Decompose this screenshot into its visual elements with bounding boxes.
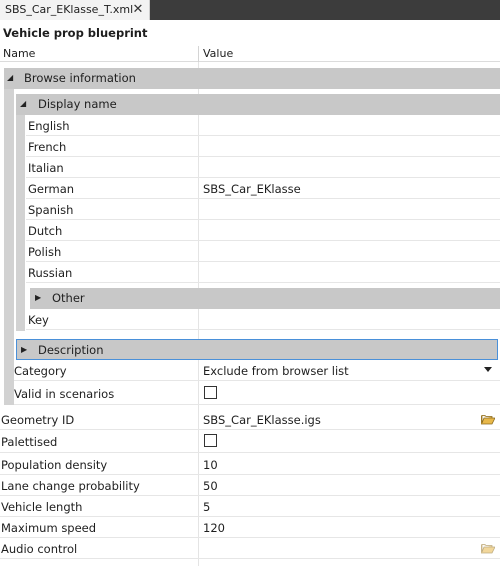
property-name: German (28, 182, 75, 196)
property-value[interactable]: SBS_Car_EKlasse.igs (203, 413, 321, 427)
property-row-french[interactable]: French (26, 136, 500, 157)
column-separator[interactable] (198, 46, 199, 62)
property-name: Geometry ID (1, 413, 75, 427)
property-name: Category (14, 364, 67, 378)
group-description[interactable]: ▶ Description (16, 339, 498, 360)
property-name: Polish (28, 245, 62, 259)
group-description-label: Description (38, 343, 104, 357)
property-name: English (28, 119, 70, 133)
document-tabstrip: SBS_Car_EKlasse_T.xml ✕ (0, 0, 500, 20)
property-name: Maximum speed (1, 521, 97, 535)
property-row-dutch[interactable]: Dutch (26, 220, 500, 241)
expanded-triangle-icon[interactable]: ◢ (20, 98, 30, 110)
property-value[interactable]: SBS_Car_EKlasse (203, 182, 301, 196)
property-name: Spanish (28, 203, 74, 217)
property-name: Valid in scenarios (14, 387, 115, 401)
display-name-indent (16, 115, 25, 331)
property-row-audio-control[interactable]: Audio control (0, 538, 500, 559)
property-name: Lane change probability (1, 479, 140, 493)
collapsed-triangle-icon[interactable]: ▶ (21, 344, 31, 356)
property-row-polish[interactable]: Polish (26, 241, 500, 262)
column-header-name[interactable]: Name (3, 47, 35, 60)
property-value[interactable]: 50 (203, 479, 218, 493)
property-row-russian[interactable]: Russian (26, 262, 500, 283)
property-row-population-density[interactable]: Population density 10 (0, 454, 500, 475)
expanded-triangle-icon[interactable]: ◢ (7, 72, 17, 84)
property-row-english[interactable]: English (26, 115, 500, 136)
document-tab-label: SBS_Car_EKlasse_T.xml (5, 3, 134, 16)
category-dropdown[interactable]: Exclude from browser list (203, 364, 349, 378)
group-display-name-label: Display name (38, 97, 117, 111)
column-header: Name Value (0, 46, 500, 62)
property-row-spanish[interactable]: Spanish (26, 199, 500, 220)
property-name: Audio control (1, 542, 78, 556)
property-row-vehicle-length[interactable]: Vehicle length 5 (0, 496, 500, 517)
dropdown-arrow-icon[interactable] (484, 367, 492, 372)
group-browse-information[interactable]: ◢ Browse information (4, 68, 500, 89)
property-row-valid-in-scenarios[interactable]: Valid in scenarios (14, 381, 500, 405)
property-name: Russian (28, 266, 73, 280)
property-value[interactable]: 120 (203, 521, 225, 535)
property-row-key[interactable]: Key (26, 309, 500, 330)
property-name: French (28, 140, 67, 154)
property-row-palettised[interactable]: Palettised (0, 430, 500, 453)
close-icon[interactable]: ✕ (130, 1, 146, 18)
valid-in-scenarios-checkbox[interactable] (204, 386, 217, 399)
browse-information-indent (4, 89, 14, 405)
property-row-german[interactable]: German SBS_Car_EKlasse (26, 178, 500, 199)
column-header-value[interactable]: Value (203, 47, 233, 60)
folder-open-icon[interactable] (481, 414, 495, 425)
folder-open-icon[interactable] (481, 543, 495, 554)
property-row-geometry-id[interactable]: Geometry ID SBS_Car_EKlasse.igs (0, 409, 500, 430)
group-other[interactable]: ▶ Other (30, 288, 500, 309)
property-value[interactable]: 10 (203, 458, 218, 472)
group-other-label: Other (52, 291, 85, 305)
property-value[interactable]: 5 (203, 500, 210, 514)
property-row-category[interactable]: Category Exclude from browser list (14, 360, 500, 381)
group-display-name[interactable]: ◢ Display name (16, 94, 500, 115)
palettised-checkbox[interactable] (204, 434, 217, 447)
property-row-maximum-speed[interactable]: Maximum speed 120 (0, 517, 500, 538)
group-browse-information-label: Browse information (24, 71, 136, 85)
property-name: Dutch (28, 224, 63, 238)
property-name: Palettised (1, 435, 58, 449)
property-name: Key (28, 313, 49, 327)
collapsed-triangle-icon[interactable]: ▶ (35, 292, 45, 304)
property-name: Italian (28, 161, 64, 175)
property-row-italian[interactable]: Italian (26, 157, 500, 178)
property-row-lane-change-probability[interactable]: Lane change probability 50 (0, 475, 500, 496)
document-tab[interactable]: SBS_Car_EKlasse_T.xml ✕ (0, 0, 150, 20)
panel-title: Vehicle prop blueprint (3, 26, 148, 40)
property-name: Vehicle length (1, 500, 83, 514)
property-name: Population density (1, 458, 108, 472)
